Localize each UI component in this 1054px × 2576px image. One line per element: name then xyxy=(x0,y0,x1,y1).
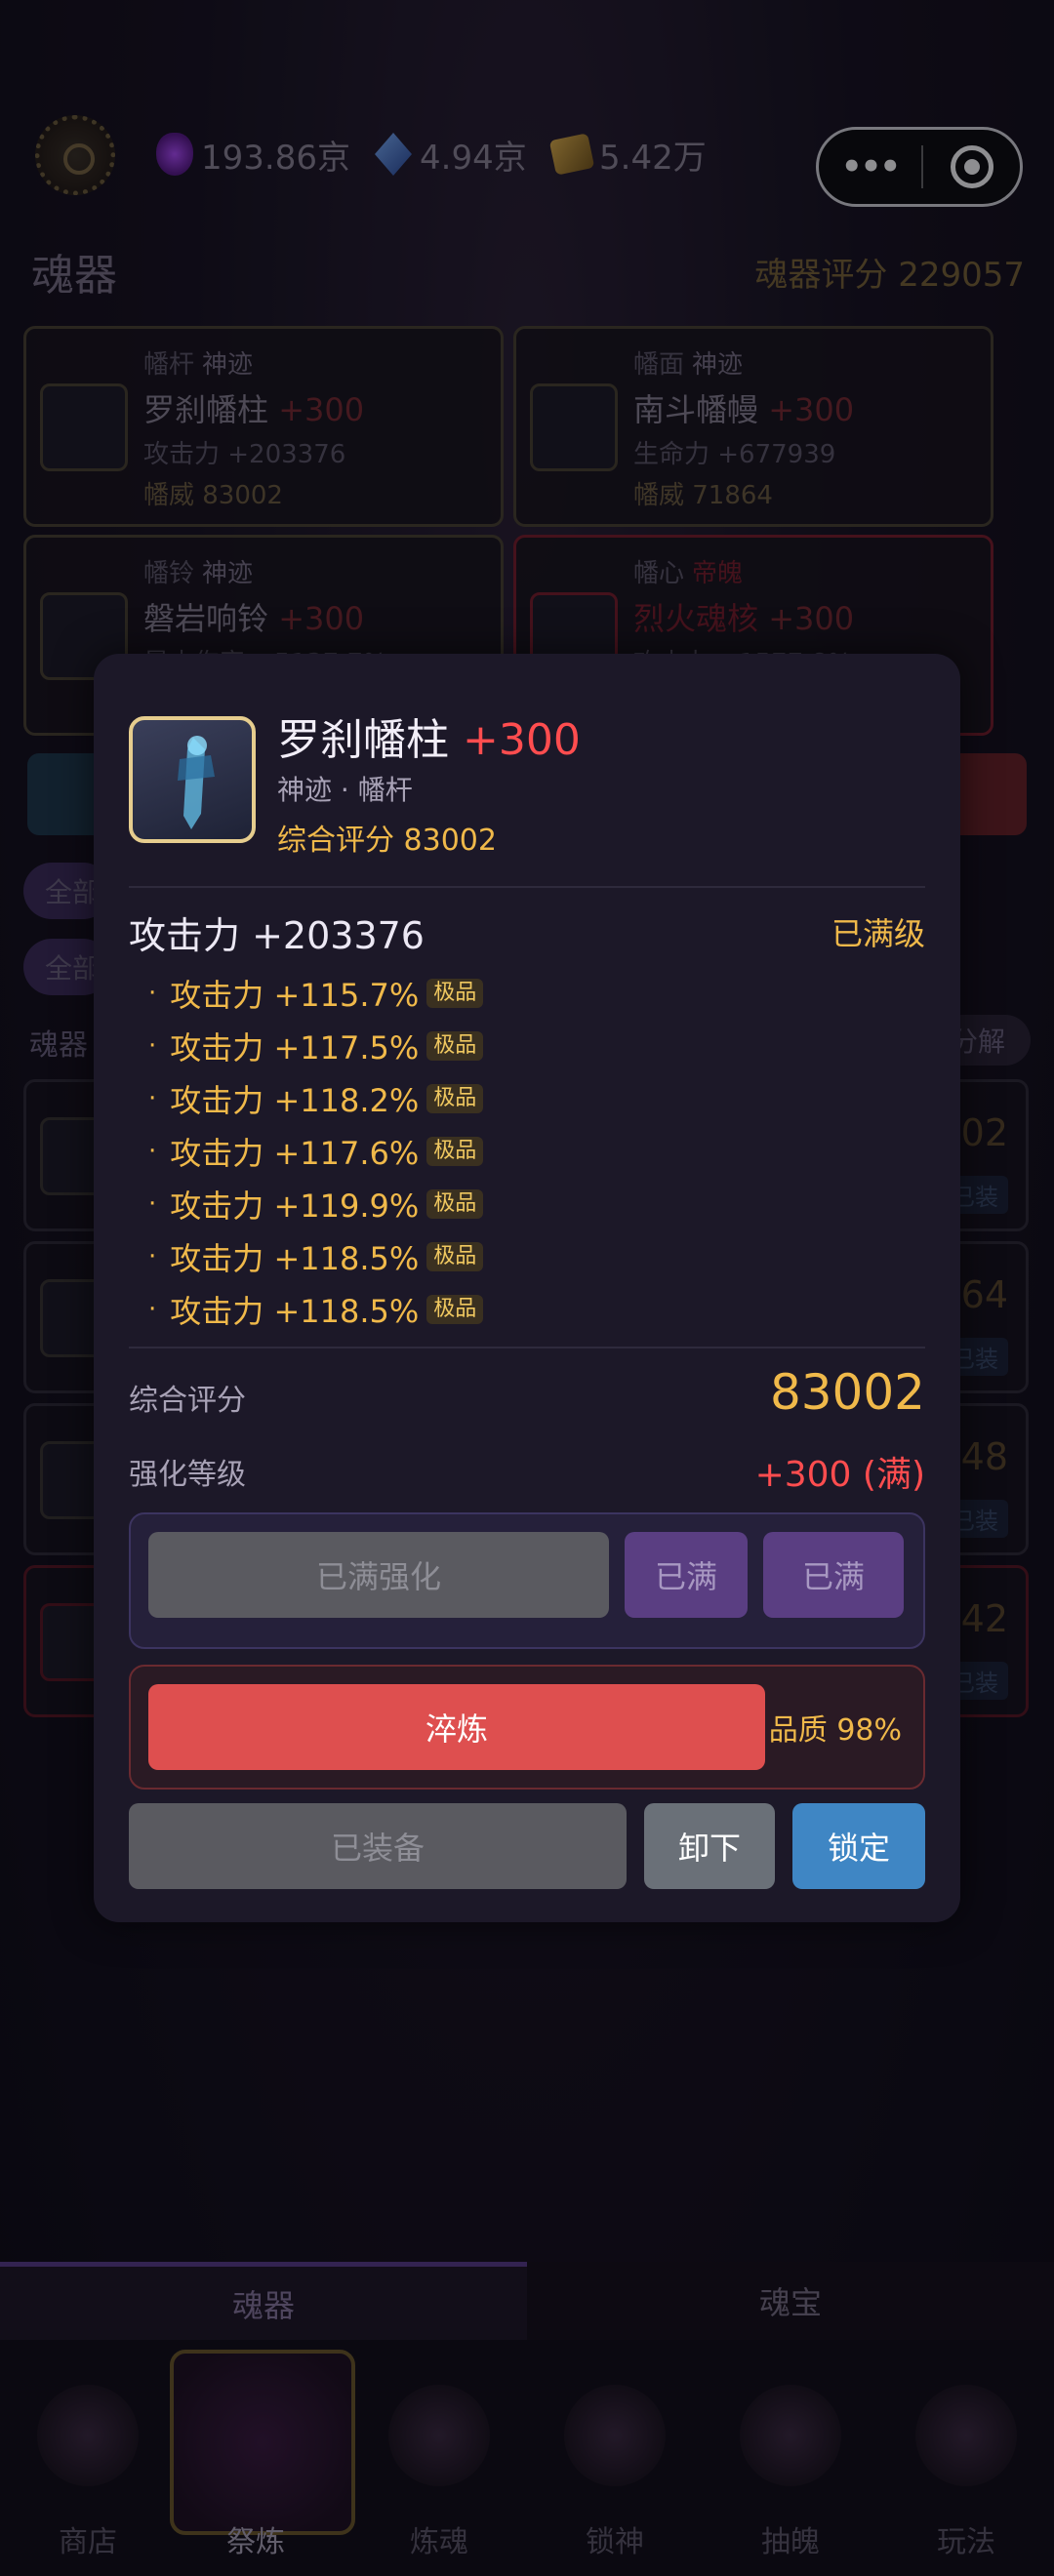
item-score-line: 综合评分 83002 xyxy=(277,824,497,858)
main-attribute: 攻击力 +203376 xyxy=(129,914,425,957)
enhance-level-value: +300 (满) xyxy=(754,1455,925,1495)
item-type: 神迹 · 幡杆 xyxy=(277,774,413,806)
unequip-button[interactable]: 卸下 xyxy=(644,1803,775,1889)
score-label: 综合评分 xyxy=(129,1384,246,1418)
item-detail-modal: 罗刹幡柱 +300 神迹 · 幡杆 综合评分 83002 攻击力 +203376… xyxy=(94,654,960,1922)
quality-tag: 极品 xyxy=(426,1295,484,1324)
item-plus-level: +300 xyxy=(463,715,581,765)
item-image xyxy=(129,716,256,843)
quality-tag: 极品 xyxy=(426,1084,484,1113)
sub-attribute: · 攻击力 +118.5% 极品 xyxy=(148,1235,484,1278)
sub-attribute: · 攻击力 +118.2% 极品 xyxy=(148,1077,484,1120)
lock-button[interactable]: 锁定 xyxy=(792,1803,925,1889)
refine-panel: 淬炼 品质 98% xyxy=(129,1665,925,1790)
full-button-1[interactable]: 已满 xyxy=(625,1532,748,1618)
sub-attribute: · 攻击力 +118.5% 极品 xyxy=(148,1288,484,1331)
enhance-level-label: 强化等级 xyxy=(129,1458,246,1492)
max-enhance-button[interactable]: 已满强化 xyxy=(148,1532,609,1618)
full-button-2[interactable]: 已满 xyxy=(763,1532,904,1618)
sub-attribute: · 攻击力 +117.5% 极品 xyxy=(148,1025,484,1067)
refine-button[interactable]: 淬炼 xyxy=(148,1684,765,1770)
sub-attribute: · 攻击力 +119.9% 极品 xyxy=(148,1183,484,1226)
quality-tag: 极品 xyxy=(426,1031,484,1061)
quality-tag: 极品 xyxy=(426,1242,484,1271)
item-name: 罗刹幡柱 +300 xyxy=(277,715,581,765)
quality-percent: 品质 98% xyxy=(768,1713,902,1748)
equipped-button[interactable]: 已装备 xyxy=(129,1803,627,1889)
enhance-panel: 已满强化 已满 已满 xyxy=(129,1512,925,1649)
sub-attribute: · 攻击力 +117.6% 极品 xyxy=(148,1130,484,1173)
max-level-label: 已满级 xyxy=(831,915,925,952)
divider xyxy=(129,886,925,888)
quality-tag: 极品 xyxy=(426,1137,484,1166)
quality-tag: 极品 xyxy=(426,979,484,1008)
divider xyxy=(129,1347,925,1348)
sub-attribute: · 攻击力 +115.7% 极品 xyxy=(148,972,484,1015)
quality-tag: 极品 xyxy=(426,1189,484,1219)
score-value: 83002 xyxy=(769,1364,925,1421)
